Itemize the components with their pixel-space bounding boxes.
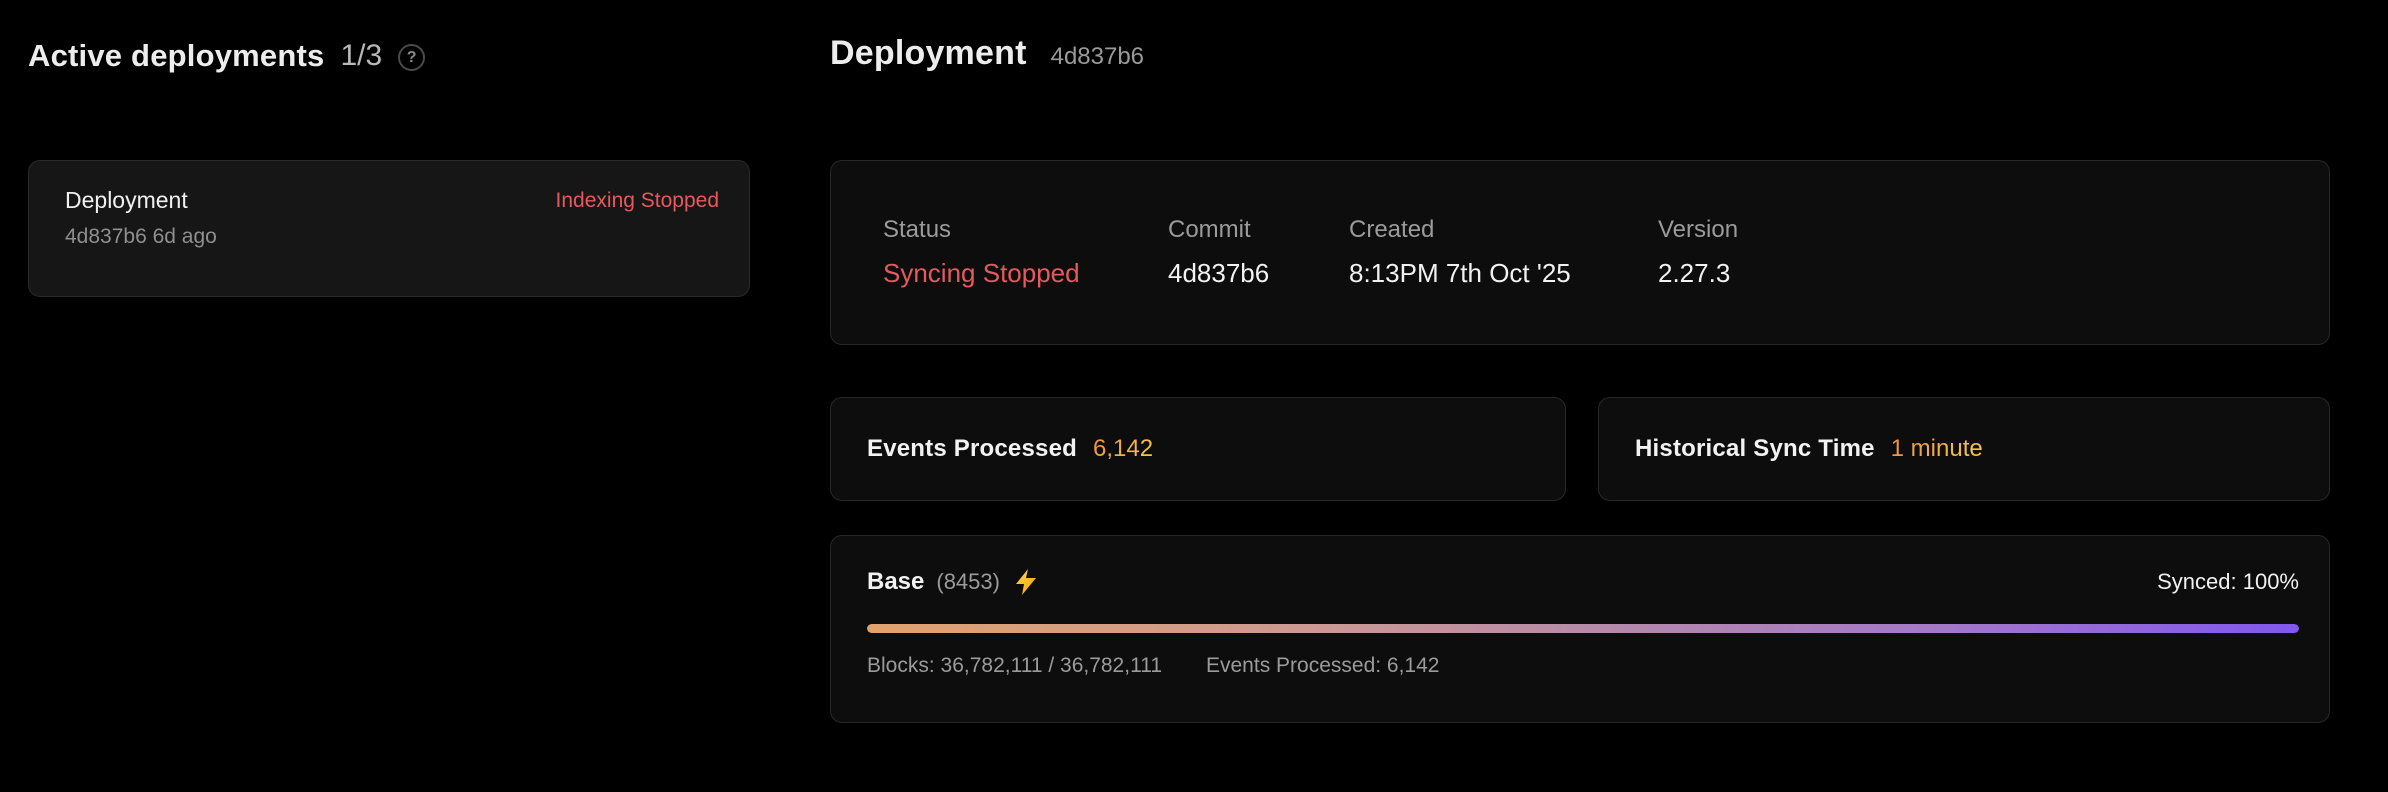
deployments-dashboard: Active deployments 1/3 ? Deployment Inde… [0,0,2388,792]
status-field: Status Syncing Stopped [883,216,1168,289]
deployment-item-status-badge: Indexing Stopped [556,189,719,213]
synced-percent: Synced: 100% [2157,569,2299,595]
detail-title: Deployment [830,34,1027,73]
active-deployments-heading: Active deployments 1/3 ? [28,34,750,78]
commit-field: Commit 4d837b6 [1168,216,1349,289]
chain-stats-row: Blocks: 36,782,111 / 36,782,111 Events P… [867,654,2299,678]
status-label: Status [883,216,1168,244]
chain-events-stat: Events Processed: 6,142 [1206,654,1439,678]
version-value: 2.27.3 [1658,258,2289,289]
deployment-item-meta: 4d837b6 6d ago [65,225,719,249]
deployment-detail-heading: Deployment 4d837b6 [830,34,2330,78]
deployment-list-item[interactable]: Deployment Indexing Stopped 4d837b6 6d a… [28,160,750,297]
historical-sync-time-label: Historical Sync Time [1635,435,1875,463]
chain-header-row: Base (8453) Synced: 100% [867,568,2299,596]
commit-label: Commit [1168,216,1349,244]
created-label: Created [1349,216,1658,244]
deployment-item-row: Deployment Indexing Stopped [65,187,719,214]
chain-sync-card: Base (8453) Synced: 100% [830,535,2330,723]
events-processed-value: 6,142 [1093,435,1153,463]
panel-title: Active deployments [28,38,324,74]
deployment-detail-panel: Deployment 4d837b6 Status Syncing Stoppe… [830,34,2330,78]
status-value: Syncing Stopped [883,258,1168,289]
chain-id: (8453) [936,569,1000,595]
version-field: Version 2.27.3 [1658,216,2289,289]
active-deployments-panel: Active deployments 1/3 ? Deployment Inde… [28,34,750,78]
created-value: 8:13PM 7th Oct '25 [1349,258,1658,289]
blocks-stat: Blocks: 36,782,111 / 36,782,111 [867,654,1162,678]
lightning-icon [1014,569,1038,595]
events-processed-label: Events Processed [867,435,1077,463]
deployments-count: 1/3 [340,39,382,73]
help-icon[interactable]: ? [398,44,425,71]
created-field: Created 8:13PM 7th Oct '25 [1349,216,1658,289]
historical-sync-time-card: Historical Sync Time 1 minute [1598,397,2330,501]
version-label: Version [1658,216,2289,244]
events-processed-card: Events Processed 6,142 [830,397,1566,501]
sync-progress-bar [867,624,2299,633]
chain-name: Base [867,568,924,596]
sync-progress-fill [867,624,2299,633]
commit-value: 4d837b6 [1168,258,1349,289]
deployment-item-name: Deployment [65,187,188,214]
overview-card: Status Syncing Stopped Commit 4d837b6 Cr… [830,160,2330,345]
detail-commit-hash: 4d837b6 [1051,43,1144,71]
historical-sync-time-value: 1 minute [1891,435,1983,463]
